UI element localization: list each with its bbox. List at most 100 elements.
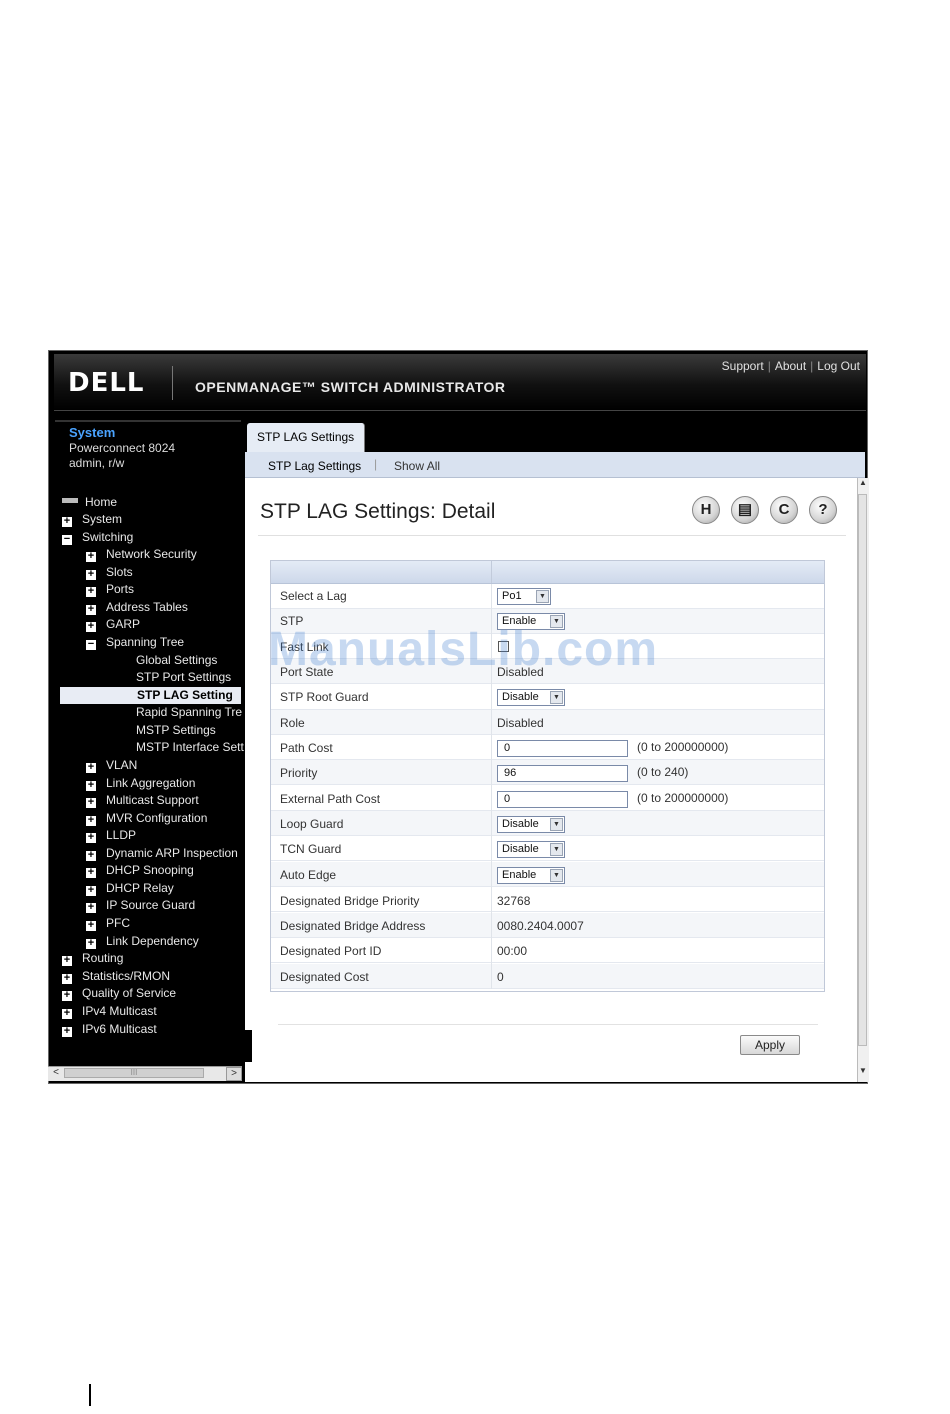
nav-label: Routing: [82, 951, 124, 965]
nav-pfc[interactable]: + PFC: [86, 915, 130, 931]
collapse-icon[interactable]: −: [86, 639, 96, 650]
nav-label: Slots: [106, 565, 133, 579]
expand-icon[interactable]: +: [86, 815, 96, 826]
external-path-cost-input[interactable]: 0: [497, 791, 628, 808]
expand-icon[interactable]: +: [86, 621, 96, 632]
scroll-right-icon[interactable]: >: [226, 1067, 242, 1081]
nav-label: Address Tables: [106, 600, 188, 614]
nav-statistics-rmon[interactable]: + Statistics/RMON: [62, 968, 170, 984]
system-title[interactable]: System: [69, 425, 115, 440]
frame-edge: [245, 1030, 252, 1062]
stp-root-guard-dropdown[interactable]: Disable ▼: [497, 689, 565, 706]
nav-multicast-support[interactable]: + Multicast Support: [86, 792, 199, 808]
nav-label: IP Source Guard: [106, 898, 196, 912]
print-icon[interactable]: ▤: [731, 496, 759, 524]
expand-icon[interactable]: +: [86, 762, 96, 773]
nav-link-dependency[interactable]: + Link Dependency: [86, 933, 199, 949]
expand-icon[interactable]: +: [62, 990, 72, 1001]
expand-icon[interactable]: +: [86, 780, 96, 791]
tab-stp-lag-settings[interactable]: STP LAG Settings: [247, 423, 365, 453]
select-lag-dropdown[interactable]: Po1 ▼: [497, 588, 551, 605]
expand-icon[interactable]: +: [86, 551, 96, 562]
nav-ipv4-multicast[interactable]: + IPv4 Multicast: [62, 1003, 157, 1019]
scroll-thumb[interactable]: [858, 494, 867, 1046]
save-icon[interactable]: H: [692, 496, 720, 524]
expand-icon[interactable]: +: [86, 938, 96, 949]
nav-spanning-tree[interactable]: − Spanning Tree: [86, 634, 184, 650]
expand-icon[interactable]: +: [86, 902, 96, 913]
chevron-down-icon: ▼: [550, 843, 563, 856]
expand-icon[interactable]: +: [86, 867, 96, 878]
scroll-thumb[interactable]: III: [64, 1068, 204, 1078]
nav-dhcp-relay[interactable]: + DHCP Relay: [86, 880, 174, 896]
nav-link-aggregation[interactable]: + Link Aggregation: [86, 775, 195, 791]
expand-icon[interactable]: +: [86, 832, 96, 843]
subtab-separator: |: [374, 457, 378, 471]
collapse-icon[interactable]: −: [62, 534, 72, 545]
loop-guard-label: Loop Guard: [280, 817, 344, 831]
nav-home[interactable]: Home: [62, 494, 117, 510]
nav-stp-port-settings[interactable]: STP Port Settings: [136, 669, 231, 685]
scroll-down-icon[interactable]: ▼: [858, 1066, 868, 1080]
expand-icon[interactable]: +: [86, 850, 96, 861]
auto-edge-dropdown[interactable]: Enable ▼: [497, 867, 565, 884]
expand-icon[interactable]: +: [62, 955, 72, 966]
nav-vlan[interactable]: + VLAN: [86, 757, 137, 773]
scroll-left-icon[interactable]: <: [50, 1067, 62, 1079]
logout-link[interactable]: Log Out: [817, 359, 860, 373]
nav-garp[interactable]: + GARP: [86, 616, 140, 632]
stp-root-guard-value: Disable: [502, 691, 539, 703]
nav-switching[interactable]: − Switching: [62, 529, 133, 545]
nav-mstp-settings[interactable]: MSTP Settings: [136, 722, 216, 738]
nav-label: Switching: [82, 530, 134, 544]
priority-input[interactable]: 96: [497, 765, 628, 782]
expand-icon[interactable]: +: [86, 797, 96, 808]
home-icon: [62, 498, 78, 503]
expand-icon[interactable]: +: [86, 569, 96, 580]
role-value: Disabled: [497, 716, 544, 730]
expand-icon[interactable]: +: [86, 920, 96, 931]
nav-dhcp-snooping[interactable]: + DHCP Snooping: [86, 862, 194, 878]
nav-routing[interactable]: + Routing: [62, 950, 123, 966]
nav-dynamic-arp-inspection[interactable]: + Dynamic ARP Inspection: [86, 845, 238, 861]
nav-address-tables[interactable]: + Address Tables: [86, 599, 188, 615]
subtab-stp-lag-settings[interactable]: STP Lag Settings: [268, 459, 361, 473]
apply-button[interactable]: Apply: [740, 1035, 800, 1055]
expand-icon[interactable]: +: [62, 1008, 72, 1019]
nav-ip-source-guard[interactable]: + IP Source Guard: [86, 897, 195, 913]
refresh-icon[interactable]: C: [770, 496, 798, 524]
designated-cost-value: 0: [497, 970, 504, 984]
path-cost-input[interactable]: 0: [497, 740, 628, 757]
expand-icon[interactable]: +: [62, 1026, 72, 1037]
nav-ipv6-multicast[interactable]: + IPv6 Multicast: [62, 1021, 157, 1037]
nav-lldp[interactable]: + LLDP: [86, 827, 136, 843]
expand-icon[interactable]: +: [86, 604, 96, 615]
select-lag-label: Select a Lag: [280, 589, 347, 603]
nav-mvr-configuration[interactable]: + MVR Configuration: [86, 810, 207, 826]
tcn-guard-dropdown[interactable]: Disable ▼: [497, 841, 565, 858]
nav-network-security[interactable]: + Network Security: [86, 546, 197, 562]
designated-port-id-label: Designated Port ID: [280, 944, 382, 958]
stp-root-guard-label: STP Root Guard: [280, 690, 369, 704]
nav-rapid-spanning-tree[interactable]: Rapid Spanning Tre: [136, 704, 242, 720]
nav-ports[interactable]: + Ports: [86, 581, 134, 597]
subtab-show-all[interactable]: Show All: [394, 459, 440, 473]
nav-quality-of-service[interactable]: + Quality of Service: [62, 985, 176, 1001]
designated-bridge-priority-value: 32768: [497, 894, 531, 908]
expand-icon[interactable]: +: [86, 586, 96, 597]
expand-icon[interactable]: +: [86, 885, 96, 896]
nav-mstp-interface-settings[interactable]: MSTP Interface Sett: [136, 739, 244, 755]
nav-global-settings[interactable]: Global Settings: [136, 652, 217, 668]
scroll-up-icon[interactable]: ▲: [858, 478, 868, 492]
expand-icon[interactable]: +: [62, 973, 72, 984]
nav-system[interactable]: + System: [62, 511, 122, 527]
about-link[interactable]: About: [775, 359, 806, 373]
nav-label: Multicast Support: [106, 793, 199, 807]
support-link[interactable]: Support: [722, 359, 764, 373]
expand-icon[interactable]: +: [62, 516, 72, 527]
loop-guard-dropdown[interactable]: Disable ▼: [497, 816, 565, 833]
help-icon[interactable]: ?: [809, 496, 837, 524]
nav-slots[interactable]: + Slots: [86, 564, 133, 580]
nav-label: Dynamic ARP Inspection: [106, 846, 238, 860]
nav-stp-lag-settings[interactable]: STP LAG Setting: [60, 687, 241, 704]
